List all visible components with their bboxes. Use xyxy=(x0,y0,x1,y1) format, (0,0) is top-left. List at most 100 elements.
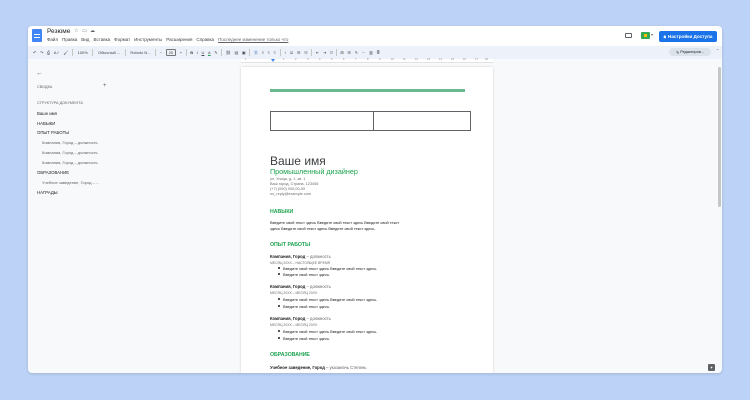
document-page[interactable]: Ваше имя Промышленный дизайнер ул. Улица… xyxy=(241,67,493,373)
increase-indent-icon[interactable]: ⇥ xyxy=(323,50,326,55)
menu-format[interactable]: Формат xyxy=(114,37,130,42)
resume-name[interactable]: Ваше имя xyxy=(270,154,326,168)
outline-item-name[interactable]: Ваше имя xyxy=(37,111,57,116)
school-title[interactable]: Учебное заведение, Город – указаначь Сте… xyxy=(270,365,366,370)
style-select[interactable]: Обычный ... xyxy=(97,50,121,55)
border-width-icon[interactable]: ☰ xyxy=(347,50,351,55)
menu-insert[interactable]: Вставка xyxy=(93,37,110,42)
paint-format-icon[interactable]: 🖌︎ xyxy=(63,50,68,55)
experience-heading[interactable]: ОПЫТ РАБОТЫ xyxy=(270,242,310,248)
add-summary-icon[interactable]: + xyxy=(103,83,107,89)
folder-icon[interactable]: ▭ xyxy=(82,28,87,34)
header-table[interactable] xyxy=(270,111,471,131)
vertical-scrollbar[interactable] xyxy=(718,67,721,207)
italic-icon[interactable]: I xyxy=(197,50,198,55)
table-cell[interactable] xyxy=(374,112,470,130)
underline-icon[interactable]: U xyxy=(201,50,204,55)
font-size-input[interactable]: 20 xyxy=(165,49,177,56)
font-select[interactable]: Roboto N... xyxy=(129,50,151,55)
highlight-icon[interactable]: ✎ xyxy=(214,50,217,55)
job-title[interactable]: Компания, Город – должность xyxy=(270,316,331,321)
job-title[interactable]: Компания, Город – должность xyxy=(270,284,331,289)
image-icon[interactable]: ▣ xyxy=(242,50,246,55)
clear-format-icon[interactable]: T̸ xyxy=(330,50,332,55)
text-color-icon[interactable]: A xyxy=(208,50,211,55)
document-title[interactable]: Резюме xyxy=(47,28,70,35)
chevron-down-icon[interactable]: ▾ xyxy=(651,32,653,37)
bold-icon[interactable]: B xyxy=(190,50,193,55)
indent-marker[interactable] xyxy=(271,59,275,62)
resume-role[interactable]: Промышленный дизайнер xyxy=(270,167,358,176)
zoom-select[interactable]: 100% xyxy=(77,50,89,55)
chevron-up-icon[interactable]: ⌃ xyxy=(716,48,719,53)
border-dash-icon[interactable]: ⋯ xyxy=(362,50,366,55)
job-bullet[interactable]: Введите свой текст здесь Введите свой те… xyxy=(277,329,377,334)
job-dates[interactable]: МЕСЯЦ 20XX – НАСТОЯЩЕЕ ВРЕМЯ xyxy=(270,261,330,265)
undo-icon[interactable]: ↶ xyxy=(33,50,36,55)
edit-mode-button[interactable]: ✎ Редактиров... xyxy=(669,48,711,56)
outline-item-education[interactable]: ОБРАЗОВАНИЕ xyxy=(37,170,69,175)
education-heading[interactable]: ОБРАЗОВАНИЕ xyxy=(270,352,310,358)
job-bullet[interactable]: Введите свой текст здесь. xyxy=(277,336,330,341)
cloud-status-icon[interactable]: ☁ xyxy=(90,28,95,34)
redo-icon[interactable]: ↷ xyxy=(40,50,43,55)
job-dates[interactable]: МЕСЯЦ 20XX – МЕСЯЦ 20XX xyxy=(270,323,317,327)
print-icon[interactable]: ⎙ xyxy=(47,50,50,55)
job-bullet[interactable]: Введите свой текст здесь. xyxy=(277,304,330,309)
last-edit-link[interactable]: Последнее изменение только что xyxy=(218,37,288,42)
contact-address[interactable]: ул. Улица, д. 1, кв. 1 xyxy=(270,177,305,181)
menu-edit[interactable]: Правка xyxy=(62,37,77,42)
vertical-align-icon[interactable]: ≣ xyxy=(376,50,379,55)
ruler-number: 14 xyxy=(439,58,442,61)
outline-item-job-3[interactable]: Компания, Город – должность xyxy=(42,160,98,165)
align-left-icon[interactable]: ≡ xyxy=(253,50,259,55)
outline-item-skills[interactable]: НАВЫКИ xyxy=(37,121,55,126)
column-icon[interactable]: ▥ xyxy=(369,50,373,55)
docs-logo-icon[interactable] xyxy=(32,29,42,42)
menu-help[interactable]: Справка xyxy=(196,37,214,42)
contact-email[interactable]: no_reply@example.com xyxy=(270,192,311,196)
star-icon[interactable]: ☆ xyxy=(74,28,78,34)
table-icon[interactable]: ⊞ xyxy=(340,50,343,55)
contact-phone[interactable]: (+7) (000) 000-00-00 xyxy=(270,187,305,191)
share-button[interactable]: 🔒︎ Настройки Доступа xyxy=(659,31,717,42)
comment-icon[interactable]: ▤ xyxy=(234,50,238,55)
contact-city[interactable]: Ваш город, Страна, 123456 xyxy=(270,182,318,186)
table-cell[interactable] xyxy=(271,112,374,130)
outline-item-job-2[interactable]: Компания, Город – должность xyxy=(42,150,98,155)
skills-text[interactable]: Введите свой текст здесь Введите свой те… xyxy=(270,220,399,225)
align-justify-icon[interactable]: ≡ xyxy=(274,50,276,55)
outline-item-awards[interactable]: НАГРАДЫ xyxy=(37,190,58,195)
back-arrow-icon[interactable]: ← xyxy=(36,70,43,77)
line-spacing-icon[interactable]: ↕ xyxy=(284,50,286,55)
align-center-icon[interactable]: ≡ xyxy=(262,50,264,55)
job-dates[interactable]: МЕСЯЦ 20XX – МЕСЯЦ 20XX xyxy=(270,291,317,295)
meet-icon[interactable] xyxy=(641,32,650,39)
link-icon[interactable]: ⛓︎ xyxy=(226,50,231,55)
bullet-list-icon[interactable]: ☰ xyxy=(297,50,301,55)
align-right-icon[interactable]: ≡ xyxy=(268,50,270,55)
comments-icon[interactable] xyxy=(625,33,632,38)
outline-item-school[interactable]: Учебное заведение, Город – ... xyxy=(42,180,99,185)
menu-file[interactable]: Файл xyxy=(47,37,58,42)
border-color-icon[interactable]: ✎ xyxy=(355,50,358,55)
skills-heading[interactable]: НАВЫКИ xyxy=(270,209,293,215)
ruler-page-area[interactable]: 1 1 2 3 4 5 6 7 8 9 10 11 12 13 14 15 16… xyxy=(241,58,493,63)
skills-text[interactable]: здесь Введите свой текст здесь Введите с… xyxy=(270,226,376,231)
menu-extensions[interactable]: Расширения xyxy=(166,37,192,42)
numbered-list-icon[interactable]: ☷ xyxy=(304,50,308,55)
job-bullet[interactable]: Введите свой текст здесь Введите свой те… xyxy=(277,297,377,302)
decrease-font-icon[interactable]: − xyxy=(160,50,162,55)
increase-font-icon[interactable]: + xyxy=(180,50,182,55)
outline-item-experience[interactable]: ОПЫТ РАБОТЫ xyxy=(37,130,69,135)
checklist-icon[interactable]: ☑ xyxy=(290,50,294,55)
menu-view[interactable]: Вид xyxy=(81,37,89,42)
job-bullet[interactable]: Введите свой текст здесь Введите свой те… xyxy=(277,266,377,271)
spellcheck-icon[interactable]: A✓ xyxy=(54,50,60,55)
job-title[interactable]: Компания, Город – должность xyxy=(270,254,331,259)
menu-tools[interactable]: Инструменты xyxy=(134,37,162,42)
job-bullet[interactable]: Введите свой текст здесь. xyxy=(277,272,330,277)
explore-button[interactable]: ✦ xyxy=(708,364,715,371)
decrease-indent-icon[interactable]: ⇤ xyxy=(316,50,319,55)
outline-item-job-1[interactable]: Компания, Город – должность xyxy=(42,140,98,145)
